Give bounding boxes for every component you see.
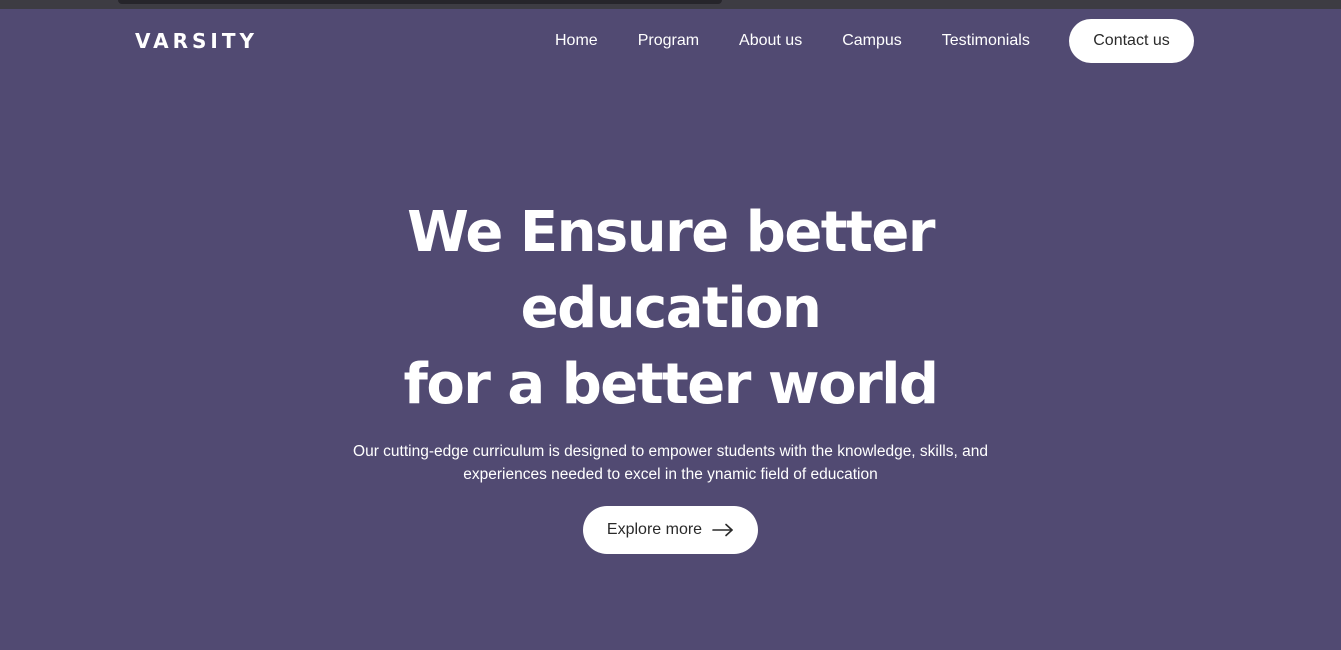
hero-title-line-2: for a better world xyxy=(403,352,939,417)
hero-title-line-1: We Ensure better education xyxy=(407,200,935,341)
explore-more-button[interactable]: Explore more xyxy=(583,506,758,554)
nav-links: Home Program About us Campus Testimonial… xyxy=(535,31,1050,51)
hero-subtitle: Our cutting-edge curriculum is designed … xyxy=(353,443,988,483)
nav-link-program[interactable]: Program xyxy=(638,31,699,51)
logo[interactable]: VARSITY xyxy=(135,30,258,52)
navbar: VARSITY Home Program About us Campus Tes… xyxy=(0,9,1341,73)
nav-link-testimonials[interactable]: Testimonials xyxy=(942,31,1030,51)
contact-us-button[interactable]: Contact us xyxy=(1069,19,1194,63)
nav-link-campus[interactable]: Campus xyxy=(842,31,902,51)
nav-link-about-us[interactable]: About us xyxy=(739,31,802,51)
hero-title: We Ensure better education for a better … xyxy=(271,195,1071,423)
browser-scroll-bar xyxy=(118,0,722,4)
browser-top-strip xyxy=(0,0,1341,9)
hero-section: We Ensure better education for a better … xyxy=(0,195,1341,554)
arrow-right-icon xyxy=(712,523,733,537)
explore-more-label: Explore more xyxy=(606,521,703,538)
nav-link-home[interactable]: Home xyxy=(555,31,598,51)
